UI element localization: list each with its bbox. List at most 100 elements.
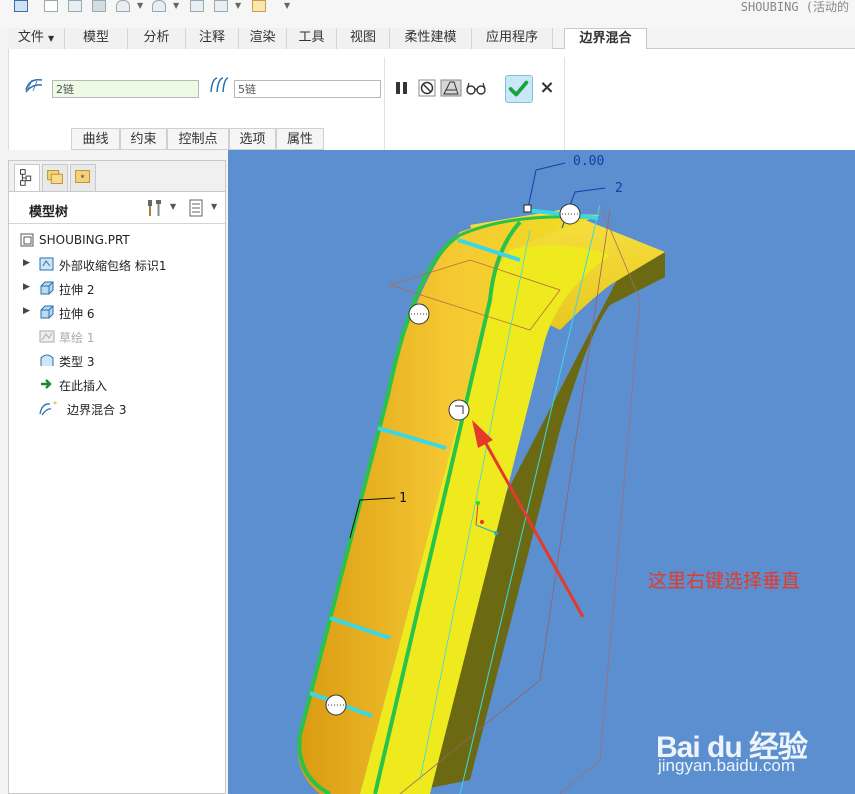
graphics-viewport[interactable]: 0.00 2 1 <box>228 150 855 794</box>
undo-dropdown-icon[interactable]: ▼ <box>137 1 143 10</box>
shrinkwrap-icon <box>39 257 54 271</box>
dimension-value-label[interactable]: 2 <box>615 181 623 196</box>
favorites-icon: * <box>75 170 90 183</box>
ribbon-panel: × 曲线 约束 控制点 选项 属性 <box>8 49 855 150</box>
annotation-caption: 这里右键选择垂直 <box>648 570 801 592</box>
tangent-handle[interactable] <box>448 399 470 421</box>
subtab-curves[interactable]: 曲线 <box>71 128 120 150</box>
tree-item-label: 草绘 1 <box>59 331 95 345</box>
model-tree-tab[interactable] <box>14 164 40 191</box>
tab-view[interactable]: 视图 <box>337 28 390 49</box>
new-file-icon[interactable] <box>44 0 58 12</box>
divider <box>564 57 565 150</box>
second-direction-icon <box>210 77 229 93</box>
subtab-properties[interactable]: 属性 <box>276 128 324 150</box>
boundary-blend-icon: * <box>39 400 57 416</box>
tree-item-label: 拉伸 2 <box>59 283 95 297</box>
tab-label: 文件 <box>17 30 44 45</box>
part-icon <box>20 233 34 247</box>
checkmark-icon <box>508 80 529 97</box>
verify-mode-icon[interactable] <box>440 79 462 97</box>
tab-applications[interactable]: 应用程序 <box>472 28 553 49</box>
show-dropdown-icon[interactable]: ▼ <box>211 202 217 211</box>
extrude-icon <box>40 281 54 295</box>
windows-icon[interactable] <box>214 0 228 12</box>
first-direction-chain-field[interactable] <box>52 80 199 98</box>
window-title: SHOUBING (活动的 <box>740 0 849 14</box>
model-3d-view[interactable] <box>228 150 855 794</box>
regenerate-icon[interactable] <box>190 0 204 12</box>
tab-flexible-modeling[interactable]: 柔性建模 <box>390 28 472 49</box>
tree-item-label: 外部收缩包络 标识1 <box>59 259 167 273</box>
navigator-panel: * 模型树 ▼ ▼ SHOUBING.PRT ▶ 外部收缩包络 标识1 ▶ 拉伸… <box>8 160 226 794</box>
tree-item-label: SHOUBING.PRT <box>39 233 130 247</box>
settings-tools-icon[interactable] <box>145 198 165 218</box>
chevron-down-icon: ▼ <box>48 34 55 43</box>
tab-model[interactable]: 模型 <box>65 28 128 49</box>
undo-icon[interactable] <box>116 0 130 12</box>
save-icon[interactable] <box>92 0 106 12</box>
expand-icon[interactable]: ▶ <box>23 282 30 292</box>
style-surface-icon <box>40 354 54 366</box>
close-icon: × <box>539 77 555 98</box>
subtab-constraints[interactable]: 约束 <box>120 128 167 150</box>
second-direction-chain-field[interactable] <box>234 80 381 98</box>
divider <box>384 57 385 150</box>
svg-text:*: * <box>80 173 84 183</box>
tree-item-boundary-blend-3[interactable]: * 边界混合 3 <box>9 397 225 421</box>
expand-icon[interactable]: ▶ <box>23 258 30 268</box>
dimension-value-label[interactable]: 0.00 <box>573 154 604 169</box>
tab-file[interactable]: 文件 ▼ <box>8 28 65 49</box>
expand-icon[interactable]: ▶ <box>23 306 30 316</box>
navigator-tabs: * <box>9 161 225 192</box>
tab-render[interactable]: 渲染 <box>239 28 287 49</box>
open-file-icon[interactable] <box>68 0 82 12</box>
tab-tools[interactable]: 工具 <box>287 28 337 49</box>
folder-browser-tab[interactable] <box>42 164 68 191</box>
tree-item-label: 拉伸 6 <box>59 307 95 321</box>
tangent-handle[interactable] <box>559 203 581 225</box>
drag-handle[interactable] <box>523 204 532 213</box>
cancel-button[interactable]: × <box>539 79 555 97</box>
redo-icon[interactable] <box>152 0 166 12</box>
tab-boundary-blend[interactable]: 边界混合 <box>564 28 647 50</box>
first-direction-icon <box>25 78 43 93</box>
settings-dropdown-icon[interactable]: ▼ <box>170 202 176 211</box>
dimension-value-label[interactable]: 1 <box>399 491 407 506</box>
pause-icon[interactable] <box>393 79 411 97</box>
redo-dropdown-icon[interactable]: ▼ <box>173 1 179 10</box>
app-icon[interactable] <box>14 0 28 12</box>
tree-item-extrude-6[interactable]: ▶ 拉伸 6 <box>9 301 225 325</box>
close-window-icon[interactable] <box>252 0 266 12</box>
tree-item-insert-here[interactable]: 在此插入 <box>9 373 225 397</box>
no-preview-icon[interactable] <box>418 79 436 97</box>
tree-item-extrude-2[interactable]: ▶ 拉伸 2 <box>9 277 225 301</box>
favorites-tab[interactable]: * <box>70 164 96 191</box>
folder-browser-icon <box>47 170 63 184</box>
tangent-handle[interactable] <box>408 303 430 325</box>
insert-arrow-icon <box>41 379 52 389</box>
tree-item-label: 类型 3 <box>59 355 95 369</box>
quick-access-toolbar: ▼ ▼ ▼ ▼ SHOUBING (活动的 <box>0 0 855 28</box>
tree-item-sketch-1[interactable]: 草绘 1 <box>9 325 225 349</box>
windows-dropdown-icon[interactable]: ▼ <box>235 1 241 10</box>
tab-annotate[interactable]: 注释 <box>186 28 239 49</box>
subtab-options[interactable]: 选项 <box>229 128 276 150</box>
subtab-control-points[interactable]: 控制点 <box>167 128 229 150</box>
tree-item-style-3[interactable]: 类型 3 <box>9 349 225 373</box>
model-tree-header: 模型树 ▼ ▼ <box>9 192 225 224</box>
sketch-icon <box>39 330 55 343</box>
tree-item-label: 在此插入 <box>59 379 108 393</box>
tree-item-part[interactable]: SHOUBING.PRT <box>9 229 225 253</box>
extrude-icon <box>40 305 54 319</box>
tree-item-shrinkwrap[interactable]: ▶ 外部收缩包络 标识1 <box>9 253 225 277</box>
customize-toolbar-icon[interactable]: ▼ <box>284 1 290 10</box>
preview-glasses-icon[interactable] <box>465 79 487 97</box>
tab-analysis[interactable]: 分析 <box>128 28 186 49</box>
show-menu-icon[interactable] <box>186 198 206 218</box>
watermark-url: jingyan.baidu.com <box>658 756 796 775</box>
ok-button[interactable] <box>505 75 533 103</box>
tangent-handle[interactable] <box>325 694 347 716</box>
svg-text:*: * <box>53 400 57 409</box>
model-tree-icon <box>20 169 32 186</box>
